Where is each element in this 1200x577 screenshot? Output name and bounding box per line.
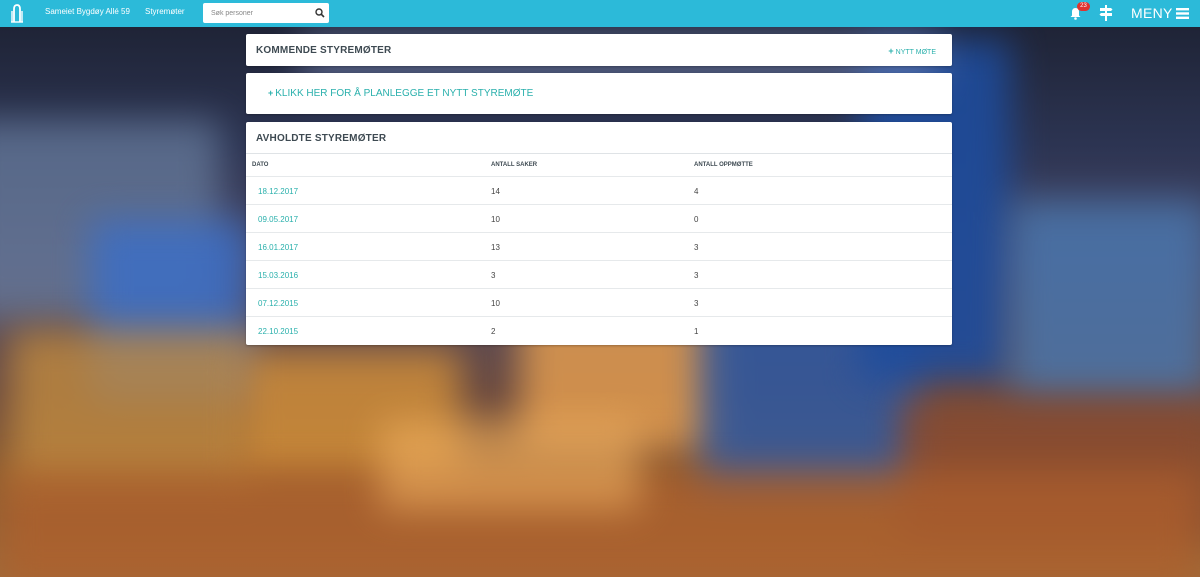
meeting-date-link[interactable]: 09.05.2017	[258, 215, 298, 224]
table-row[interactable]: 18.12.2017 14 4	[246, 176, 952, 204]
plus-icon: +	[888, 46, 894, 56]
attendees-count: 1	[694, 327, 699, 336]
table-row[interactable]: 15.03.2016 3 3	[246, 260, 952, 288]
held-meetings-panel: AVHOLDTE STYREMØTER DATO ANTALL SAKER AN…	[246, 122, 952, 345]
meeting-date-link[interactable]: 18.12.2017	[258, 187, 298, 196]
cases-count: 3	[491, 271, 496, 280]
attendees-count: 3	[694, 243, 699, 252]
divider	[246, 153, 952, 154]
meeting-date-link[interactable]: 15.03.2016	[258, 271, 298, 280]
column-header-date: DATO	[252, 162, 269, 168]
nav-styremoter-link[interactable]: Styremøter	[145, 7, 185, 16]
meeting-date-link[interactable]: 22.10.2015	[258, 327, 298, 336]
hamburger-menu-icon[interactable]	[1176, 8, 1189, 19]
cases-count: 10	[491, 215, 500, 224]
table-row[interactable]: 09.05.2017 10 0	[246, 204, 952, 232]
upcoming-meetings-title: KOMMENDE STYREMØTER	[256, 45, 392, 56]
column-header-attendees: ANTALL OPPMØTTE	[694, 162, 753, 168]
cases-count: 13	[491, 243, 500, 252]
held-meetings-title: AVHOLDTE STYREMØTER	[256, 133, 387, 144]
search-box	[203, 3, 329, 23]
cases-count: 14	[491, 187, 500, 196]
attendees-count: 4	[694, 187, 699, 196]
meeting-date-link[interactable]: 07.12.2015	[258, 299, 298, 308]
table-row[interactable]: 16.01.2017 13 3	[246, 232, 952, 260]
plan-meeting-panel: + KLIKK HER FOR Å PLANLEGGE ET NYTT STYRE…	[246, 73, 952, 114]
search-input[interactable]	[203, 3, 313, 23]
new-meeting-button[interactable]: + NYTT MØTE	[888, 46, 936, 56]
top-navigation-bar: Sameiet Bygdøy Allé 59 Styremøter 23 MEN…	[0, 0, 1200, 27]
table-row[interactable]: 07.12.2015 10 3	[246, 288, 952, 316]
attendees-count: 0	[694, 215, 699, 224]
notification-badge: 23	[1077, 2, 1090, 11]
column-header-cases: ANTALL SAKER	[491, 162, 538, 168]
plan-new-meeting-link[interactable]: + KLIKK HER FOR Å PLANLEGGE ET NYTT STYRE…	[268, 88, 533, 99]
cases-count: 2	[491, 327, 496, 336]
upcoming-meetings-panel: KOMMENDE STYREMØTER + NYTT MØTE	[246, 34, 952, 66]
plus-icon: +	[268, 88, 274, 98]
new-meeting-label: NYTT MØTE	[895, 49, 936, 56]
property-name-link[interactable]: Sameiet Bygdøy Allé 59	[45, 7, 130, 16]
signpost-icon[interactable]	[1099, 5, 1113, 21]
attendees-count: 3	[694, 299, 699, 308]
search-icon[interactable]	[315, 8, 325, 18]
menu-button-label[interactable]: MENY	[1131, 5, 1173, 21]
attendees-count: 3	[694, 271, 699, 280]
meeting-date-link[interactable]: 16.01.2017	[258, 243, 298, 252]
plan-new-meeting-label: KLIKK HER FOR Å PLANLEGGE ET NYTT STYREM…	[275, 88, 534, 99]
logo-icon[interactable]	[10, 3, 24, 23]
table-row[interactable]: 22.10.2015 2 1	[246, 316, 952, 344]
cases-count: 10	[491, 299, 500, 308]
